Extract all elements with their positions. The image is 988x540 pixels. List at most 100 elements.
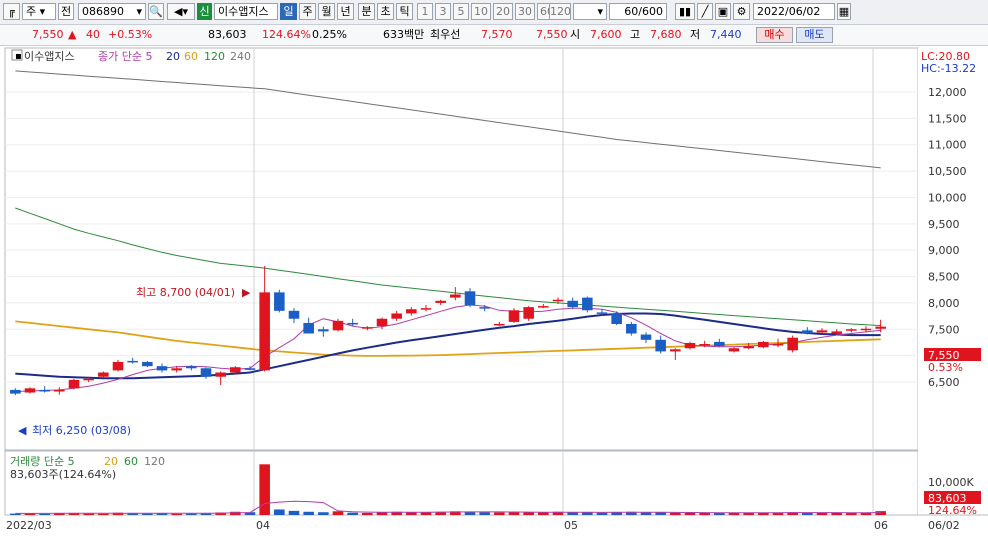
candle-body	[362, 327, 373, 329]
chevron-down-icon: ▾	[597, 5, 603, 18]
volume-axis-label: 10,000K	[928, 476, 974, 489]
low-arrow-icon: ◀	[18, 424, 27, 437]
candle-body	[772, 344, 784, 346]
period-prefix-select[interactable]: 주 ▾	[22, 3, 56, 20]
candle-body	[875, 326, 886, 329]
quote-bar: 7,550 ▲ 40 +0.53% 83,603 124.64% 0.25% 6…	[0, 25, 988, 46]
volume-legend-ma20: 20	[104, 455, 118, 468]
save-icon[interactable]: ▣	[715, 3, 731, 20]
calendar-icon[interactable]: ▦	[837, 3, 851, 20]
period-second[interactable]: 초	[377, 3, 394, 20]
price-axis-label: 12,000	[928, 86, 967, 99]
chart-area[interactable]: 12,000 11,500 11,000 10,500 10,000 9,500 9,000…	[0, 46, 988, 537]
candle-body	[538, 306, 549, 308]
volume-bar	[362, 512, 373, 515]
candle-body	[655, 339, 666, 352]
period-tick[interactable]: 틱	[396, 3, 413, 20]
volume-bar	[670, 512, 681, 515]
num-5[interactable]: 5	[453, 3, 469, 20]
price-axis-label: 10,500	[928, 165, 967, 178]
candle-body	[728, 348, 740, 352]
volume-bar	[127, 513, 138, 515]
best-bid: 7,550	[536, 28, 568, 41]
sell-button[interactable]: 매도	[796, 27, 833, 43]
candle-body	[259, 292, 270, 371]
custom-period-select[interactable]: ▾	[573, 3, 607, 20]
volume-bar	[98, 513, 109, 515]
best-bid-label: 최우선	[430, 28, 461, 41]
up-arrow-icon: ▲	[68, 28, 77, 41]
num-3[interactable]: 3	[435, 3, 451, 20]
count-input[interactable]: 60/600	[609, 3, 667, 20]
num-120[interactable]: 120	[549, 3, 571, 20]
candle-body	[274, 292, 285, 311]
buy-button[interactable]: 매수	[756, 27, 793, 43]
candle-body	[552, 299, 564, 302]
period-day[interactable]: 일	[280, 3, 297, 20]
volume-bar	[655, 512, 666, 515]
candle-body	[347, 322, 358, 325]
candle-body	[391, 313, 402, 319]
volume-bar	[523, 512, 534, 515]
candle-body	[24, 388, 36, 393]
candle-body	[156, 366, 168, 371]
price-axis-label: 7,500	[928, 323, 960, 336]
candle-body	[670, 349, 681, 352]
period-week[interactable]: 주	[299, 3, 316, 20]
legend-ma240: 240	[230, 50, 251, 63]
draw-icon[interactable]: ╱	[697, 3, 713, 20]
period-year[interactable]: 년	[337, 3, 354, 20]
scope-button[interactable]: 전	[58, 3, 74, 20]
candle-body	[39, 389, 50, 392]
search-icon[interactable]: 🔍	[148, 3, 164, 20]
chevron-down-icon: ▾	[136, 5, 142, 18]
candle-body	[186, 366, 197, 369]
low-annotation: 최저 6,250 (03/08)	[32, 424, 131, 437]
candle-body	[523, 307, 534, 319]
x-label-06: 06	[874, 519, 888, 532]
volume-legend-ma60: 60	[124, 455, 138, 468]
volume-bar	[582, 512, 593, 515]
open-label: 시	[570, 28, 581, 41]
candle-body	[112, 361, 124, 371]
credit-badge: 신	[197, 3, 212, 20]
price-axis-label: 8,500	[928, 271, 960, 284]
candle-body	[860, 328, 872, 331]
high-annotation: 최고 8,700 (04/01)	[136, 286, 235, 299]
volume-legend-value: 83,603주(124.64%)	[10, 468, 116, 481]
candle-body	[743, 346, 754, 349]
volume-pct-tag: 124.64%	[928, 504, 977, 517]
period-month[interactable]: 월	[318, 3, 335, 20]
volume-bar	[171, 513, 182, 515]
candle-body	[684, 342, 696, 349]
price-axis-label: 11,500	[928, 112, 967, 125]
speaker-icon[interactable]: ◀▾	[167, 3, 195, 20]
layout-icon[interactable]: ╔	[3, 3, 20, 20]
num-30[interactable]: 30	[515, 3, 535, 20]
volume-bar	[494, 512, 505, 515]
volume-value: 83,603	[208, 28, 247, 41]
candle-body	[127, 360, 138, 363]
price-chart[interactable]: 12,000 11,500 11,000 10,500 10,000 9,500 9,000…	[0, 46, 988, 537]
price-axis-label: 9,000	[928, 244, 960, 257]
num-1[interactable]: 1	[417, 3, 433, 20]
volume-bar	[186, 513, 197, 515]
num-10[interactable]: 10	[471, 3, 491, 20]
open-value: 7,600	[590, 28, 622, 41]
volume-legend-label: 거래량 단순 5	[10, 455, 75, 468]
current-price: 7,550	[32, 28, 64, 41]
volume-bar	[274, 509, 285, 515]
candle-body	[200, 368, 212, 377]
candle-type-icon[interactable]: ▮▮	[675, 3, 695, 20]
date-input[interactable]: 2022/06/02	[753, 3, 835, 20]
candle-body	[831, 331, 842, 334]
period-minute[interactable]: 분	[358, 3, 375, 20]
legend-box-glyph: ▪	[15, 51, 22, 62]
best-ask: 7,570	[481, 28, 513, 41]
gear-icon[interactable]: ⚙	[733, 3, 750, 20]
legend-ma120: 120	[204, 50, 225, 63]
num-20[interactable]: 20	[493, 3, 513, 20]
code-input[interactable]: 086890 ▾	[78, 3, 146, 20]
candle-body	[244, 368, 256, 370]
candle-body	[420, 308, 432, 310]
